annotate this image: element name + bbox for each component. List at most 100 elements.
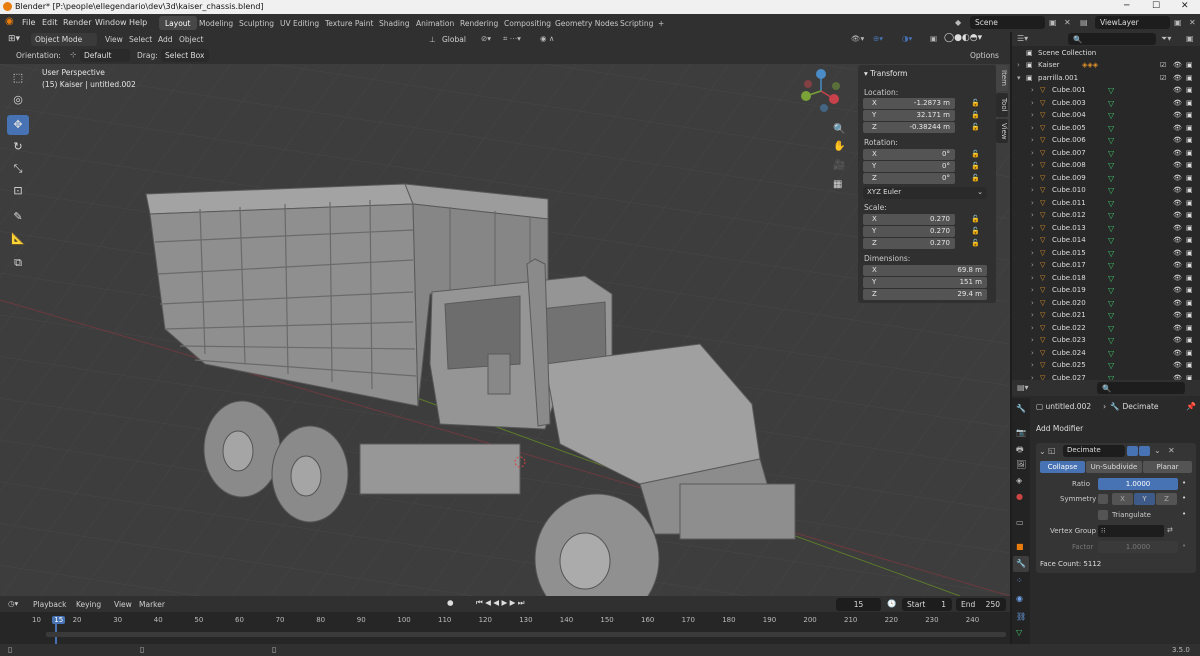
visibility-eye-icon[interactable]: 👁	[1173, 349, 1182, 357]
vertex-group-field[interactable]: ⁝⁝	[1098, 525, 1164, 537]
visibility-eye-icon[interactable]: 👁	[1173, 249, 1182, 257]
keyframe-dot-icon[interactable]: •	[1182, 542, 1186, 550]
drag-dropdown[interactable]: Select Box	[161, 49, 209, 62]
mode-planar-button[interactable]: Planar	[1143, 461, 1192, 473]
menu-view[interactable]: View	[105, 35, 123, 44]
mesh-data-icon[interactable]: ▽	[1108, 224, 1114, 233]
list-item[interactable]: › ▽ Cube.011 ▽ 👁 ▣	[1012, 199, 1200, 212]
visibility-eye-icon[interactable]: 👁	[1173, 61, 1182, 69]
timeline-editor-type-icon[interactable]: ◷▾	[8, 599, 18, 608]
lock-icon[interactable]: 🔓	[971, 239, 980, 247]
transform-tool-icon[interactable]: ⊡	[7, 181, 29, 201]
blender-menu-icon[interactable]: ◉	[5, 16, 14, 27]
view-layer-tab-icon[interactable]: 🖼	[1016, 460, 1026, 469]
expand-chevron-icon[interactable]: ›	[1031, 249, 1034, 257]
list-item[interactable]: › ▽ Cube.015 ▽ 👁 ▣	[1012, 249, 1200, 262]
visibility-eye-icon[interactable]: 👁	[1173, 186, 1182, 194]
transform-panel-title[interactable]: ▾ Transform	[864, 69, 907, 78]
visibility-eye-icon[interactable]: 👁	[1173, 111, 1182, 119]
rotation-mode-dropdown[interactable]: XYZ Euler ⌄	[863, 187, 987, 199]
pivot-point-icon[interactable]: ⊘▾	[481, 34, 491, 43]
modifier-tab-icon[interactable]: 🔧	[1016, 559, 1026, 568]
symmetry-axis-x[interactable]: X	[1112, 493, 1133, 505]
pin-icon[interactable]: 📌	[1186, 402, 1196, 411]
lock-icon[interactable]: 🔓	[971, 123, 980, 131]
visibility-eye-icon[interactable]: 👁	[1173, 236, 1182, 244]
render-camera-icon[interactable]: ▣	[1186, 61, 1193, 69]
current-frame-input[interactable]: 15	[836, 598, 881, 611]
mesh-data-icon[interactable]: ▽	[1108, 186, 1114, 195]
triangulate-checkbox[interactable]	[1098, 510, 1108, 520]
list-item[interactable]: › ▽ Cube.021 ▽ 👁 ▣	[1012, 311, 1200, 324]
keyframe-dot-icon[interactable]: •	[1182, 510, 1186, 518]
workspace-tab-texture-paint[interactable]: Texture Paint	[319, 16, 379, 30]
list-item[interactable]: › ▣ Kaiser ◈◈◈ ☑ 👁 ▣	[1012, 61, 1200, 74]
render-camera-icon[interactable]: ▣	[1186, 274, 1193, 282]
move-tool-icon[interactable]: ✥	[7, 115, 29, 135]
visibility-eye-icon[interactable]: 👁	[1173, 336, 1182, 344]
visibility-eye-icon[interactable]: 👁	[1173, 161, 1182, 169]
render-camera-icon[interactable]: ▣	[1186, 136, 1193, 144]
properties-editor-type-icon[interactable]: ▤▾	[1017, 383, 1029, 392]
end-frame-field[interactable]: End 250	[956, 598, 1006, 611]
mesh-data-icon[interactable]: ▽	[1108, 211, 1114, 220]
expand-chevron-icon[interactable]: ›	[1031, 149, 1034, 157]
select-box-tool-icon[interactable]: ⬚	[7, 68, 29, 88]
list-item[interactable]: › ▽ Cube.022 ▽ 👁 ▣	[1012, 324, 1200, 337]
symmetry-axis-y[interactable]: Y	[1134, 493, 1155, 505]
new-scene-icon[interactable]: ▣	[1049, 18, 1057, 27]
mode-collapse-button[interactable]: Collapse	[1040, 461, 1085, 473]
collapse-chevron-icon[interactable]: ⌄	[1039, 447, 1046, 456]
render-camera-icon[interactable]: ▣	[1186, 361, 1193, 369]
add-modifier-button[interactable]: Add Modifier	[1036, 424, 1083, 433]
new-collection-icon[interactable]: ▣	[1186, 34, 1194, 43]
menu-render[interactable]: Render	[63, 18, 91, 27]
list-item[interactable]: › ▽ Cube.009 ▽ 👁 ▣	[1012, 174, 1200, 187]
render-camera-icon[interactable]: ▣	[1186, 349, 1193, 357]
list-item[interactable]: › ▽ Cube.023 ▽ 👁 ▣	[1012, 336, 1200, 349]
mesh-data-icon[interactable]: ▽	[1108, 336, 1114, 345]
render-camera-icon[interactable]: ▣	[1186, 336, 1193, 344]
dropdown-chevron-icon[interactable]: ⌄	[1154, 446, 1161, 455]
data-tab-icon[interactable]: ▽	[1016, 628, 1022, 637]
menu-object[interactable]: Object	[179, 35, 203, 44]
constraints-tab-icon[interactable]: ⛓	[1016, 612, 1026, 621]
overlay-toggle-icon[interactable]: ◑▾	[902, 34, 912, 43]
mesh-data-icon[interactable]: ▽	[1108, 274, 1114, 283]
mesh-data-icon[interactable]: ▽	[1108, 161, 1114, 170]
lock-icon[interactable]: 🔓	[971, 227, 980, 235]
expand-chevron-icon[interactable]: ›	[1031, 199, 1034, 207]
mesh-data-icon[interactable]: ▽	[1108, 261, 1114, 270]
mesh-data-icon[interactable]: ▽	[1108, 286, 1114, 295]
visibility-eye-icon[interactable]: 👁	[1173, 324, 1182, 332]
lock-icon[interactable]: 🔓	[971, 150, 980, 158]
ortho-grid-icon[interactable]: ▦	[833, 179, 842, 190]
lock-icon[interactable]: 🔓	[971, 111, 980, 119]
filter-icon[interactable]: ⏷▾	[1161, 34, 1171, 44]
show-in-editmode-icon[interactable]	[1127, 446, 1138, 456]
render-camera-icon[interactable]: ▣	[1186, 236, 1193, 244]
render-tab-icon[interactable]: 📷	[1016, 428, 1026, 437]
menu-add[interactable]: Add	[158, 35, 173, 44]
expand-chevron-icon[interactable]: ›	[1031, 224, 1034, 232]
mesh-data-icon[interactable]: ▽	[1108, 111, 1114, 120]
pan-hand-icon[interactable]: ✋	[833, 141, 845, 152]
keyframe-dot-icon[interactable]: •	[1182, 494, 1186, 502]
factor-slider[interactable]: 1.0000	[1098, 541, 1178, 553]
visibility-eye-icon[interactable]: 👁	[1173, 211, 1182, 219]
menu-window[interactable]: Window	[95, 18, 127, 27]
list-item[interactable]: › ▽ Cube.003 ▽ 👁 ▣	[1012, 99, 1200, 112]
expand-chevron-icon[interactable]: ›	[1031, 311, 1034, 319]
symmetry-checkbox[interactable]	[1098, 494, 1108, 504]
invert-icon[interactable]: ⇄	[1167, 526, 1173, 534]
list-item[interactable]: › ▽ Cube.005 ▽ 👁 ▣	[1012, 124, 1200, 137]
transform-orientation-selector[interactable]: Global	[442, 35, 466, 44]
scale-x-field[interactable]: X 0.270	[863, 214, 955, 225]
render-camera-icon[interactable]: ▣	[1186, 99, 1193, 107]
camera-view-icon[interactable]: 🎥	[833, 160, 845, 171]
location-x-field[interactable]: X -1.2873 m	[863, 98, 955, 109]
mesh-data-icon[interactable]: ▽	[1108, 299, 1114, 308]
menu-edit[interactable]: Edit	[42, 18, 58, 27]
expand-chevron-icon[interactable]: ›	[1031, 86, 1034, 94]
list-item[interactable]: › ▽ Cube.024 ▽ 👁 ▣	[1012, 349, 1200, 362]
